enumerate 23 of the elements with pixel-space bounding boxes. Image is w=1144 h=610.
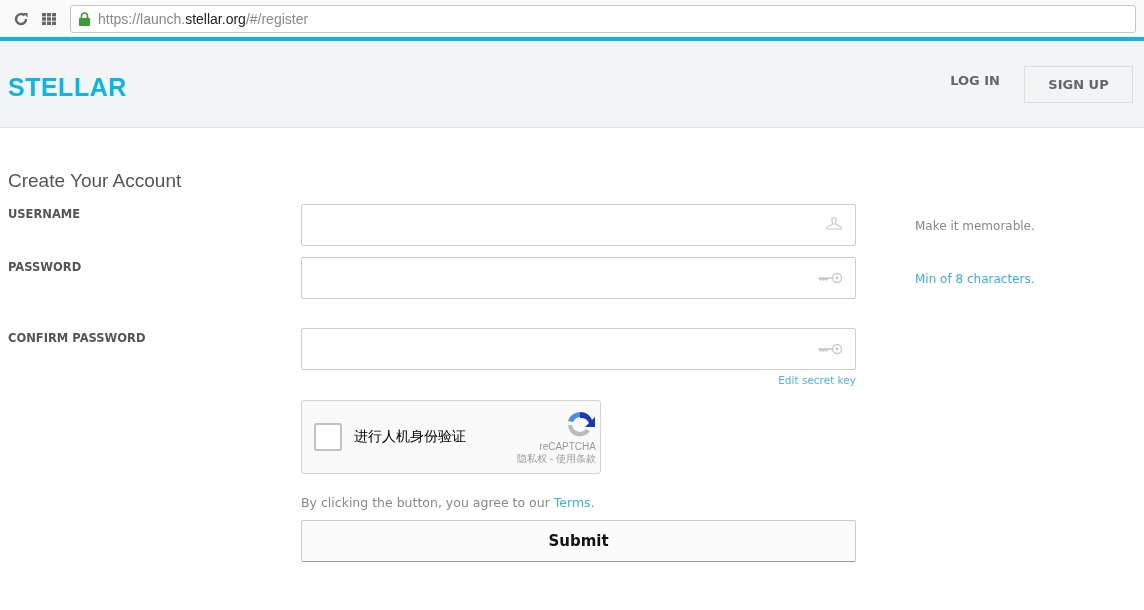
input-field[interactable]	[301, 257, 856, 299]
submit-button[interactable]: Submit	[301, 520, 856, 562]
address-bar[interactable]: https://launch.stellar.org/#/register	[70, 4, 1136, 33]
captcha-checkbox[interactable]	[314, 423, 342, 451]
field-hint: Min of 8 characters.	[915, 271, 1036, 286]
field-label: CONFIRM PASSWORD	[8, 330, 147, 345]
captcha-label: 进行人机身份验证	[354, 428, 467, 446]
reload-icon[interactable]	[14, 11, 28, 26]
field-label: PASSWORD	[8, 259, 83, 274]
apps-grid-icon[interactable]	[42, 12, 56, 25]
input-field[interactable]	[301, 328, 856, 370]
privacy-terms-links[interactable]: 隐私权 - 使用条款	[517, 451, 596, 466]
field-hint: Make it memorable.	[915, 218, 1036, 233]
url-text: https://launch.stellar.org/#/register	[98, 10, 309, 27]
key-icon	[817, 342, 843, 356]
terms-text: By clicking the button, you agree to our Terms.	[301, 495, 596, 510]
field-label: USERNAME	[8, 206, 82, 221]
login-link[interactable]: LOG IN	[950, 72, 1000, 88]
key-icon	[817, 271, 843, 285]
recaptcha-text: reCAPTCHA	[539, 440, 596, 452]
signup-button[interactable]: SIGN UP	[1024, 65, 1133, 103]
page-title: Create Your Account	[8, 170, 183, 192]
input-field[interactable]	[301, 204, 856, 246]
